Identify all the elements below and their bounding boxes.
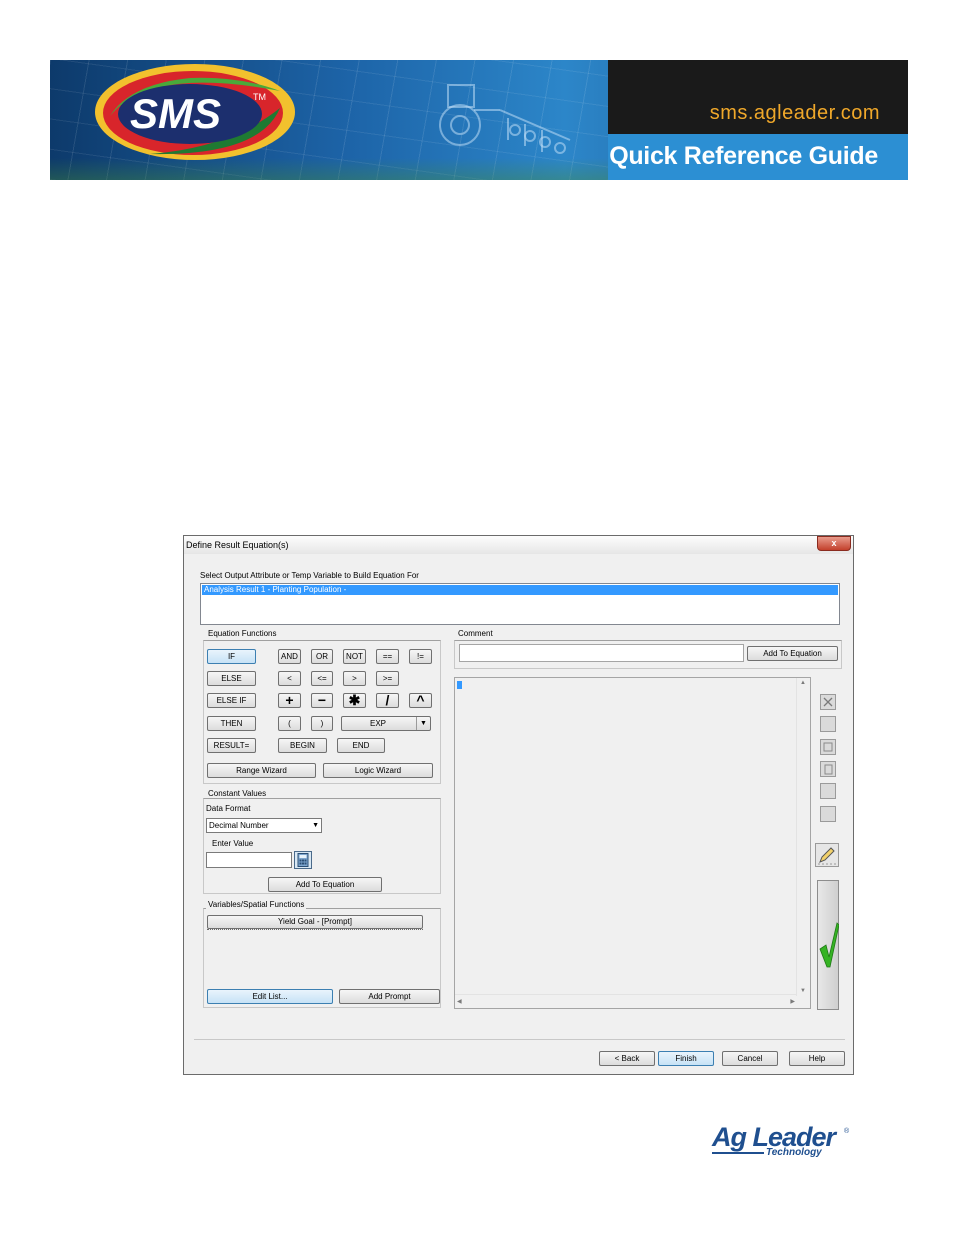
comment-add-to-equation-button[interactable]: Add To Equation: [747, 646, 838, 661]
ag-leader-technology: Technology: [766, 1147, 822, 1158]
power-button[interactable]: ^: [409, 693, 432, 708]
greater-than-button[interactable]: >: [343, 671, 366, 686]
header-banner: sms.agleader.com Quick Reference Guide S…: [50, 60, 908, 180]
not-equals-button[interactable]: !=: [409, 649, 432, 664]
enter-value-label: Enter Value: [212, 839, 254, 848]
cut-icon[interactable]: [820, 694, 836, 710]
equation-functions-label: Equation Functions: [206, 629, 279, 638]
ag-leader-logo: Ag Leader ® Technology: [712, 1122, 849, 1158]
finish-button[interactable]: Finish: [658, 1051, 714, 1066]
then-button[interactable]: THEN: [207, 716, 256, 731]
output-list-item-selected[interactable]: Analysis Result 1 - Planting Population …: [202, 585, 838, 595]
logic-wizard-button[interactable]: Logic Wizard: [323, 763, 433, 778]
footer-separator: [194, 1039, 845, 1040]
chevron-down-icon[interactable]: ▼: [416, 717, 430, 730]
paste-icon[interactable]: [820, 739, 836, 755]
variable-item[interactable]: Yield Goal - [Prompt]: [207, 915, 423, 929]
variables-label: Variables/Spatial Functions: [206, 900, 307, 909]
scroll-left-icon[interactable]: ◀: [457, 998, 462, 1005]
greater-equal-button[interactable]: >=: [376, 671, 399, 686]
multiply-button[interactable]: ✱: [343, 693, 366, 708]
cancel-button[interactable]: Cancel: [722, 1051, 778, 1066]
tractor-planter-icon: [439, 84, 571, 154]
add-prompt-button[interactable]: Add Prompt: [339, 989, 440, 1004]
scroll-right-icon[interactable]: ▶: [790, 998, 795, 1005]
result-button[interactable]: RESULT=: [207, 738, 256, 753]
less-than-button[interactable]: <: [278, 671, 301, 686]
data-format-select[interactable]: Decimal Number ▼: [206, 818, 322, 833]
comment-input[interactable]: [459, 644, 744, 662]
select-output-label: Select Output Attribute or Temp Variable…: [200, 571, 419, 580]
logo-underline: [712, 1152, 764, 1154]
redo-icon[interactable]: [820, 806, 836, 822]
constant-value-input[interactable]: [206, 852, 292, 868]
comment-label: Comment: [456, 629, 495, 638]
chevron-down-icon: ▼: [312, 822, 319, 829]
equals-button[interactable]: ==: [376, 649, 399, 664]
edit-list-button[interactable]: Edit List...: [207, 989, 333, 1004]
else-button[interactable]: ELSE: [207, 671, 256, 686]
close-button[interactable]: x: [817, 536, 851, 551]
divide-button[interactable]: /: [376, 693, 399, 708]
plus-button[interactable]: +: [278, 693, 301, 708]
range-wizard-button[interactable]: Range Wizard: [207, 763, 316, 778]
scroll-up-icon[interactable]: ▲: [800, 680, 806, 686]
output-attribute-list[interactable]: Analysis Result 1 - Planting Population …: [200, 583, 840, 625]
back-button[interactable]: < Back: [599, 1051, 655, 1066]
banner-url[interactable]: sms.agleader.com: [710, 102, 880, 125]
svg-text:TM: TM: [253, 92, 266, 102]
less-equal-button[interactable]: <=: [311, 671, 333, 686]
begin-button[interactable]: BEGIN: [278, 738, 327, 753]
data-format-label: Data Format: [206, 804, 251, 813]
horizontal-scrollbar[interactable]: ◀ ▶: [455, 994, 797, 1008]
else-if-button[interactable]: ELSE IF: [207, 693, 256, 708]
exp-label: EXP: [370, 719, 387, 728]
constant-add-to-equation-button[interactable]: Add To Equation: [268, 877, 382, 892]
close-paren-button[interactable]: ): [311, 716, 333, 731]
vertical-scrollbar[interactable]: ▲ ▼: [796, 678, 810, 996]
undo-icon[interactable]: [820, 783, 836, 799]
or-button[interactable]: OR: [311, 649, 333, 664]
help-button[interactable]: Help: [789, 1051, 845, 1066]
checkmark-icon: [819, 922, 839, 968]
banner-top-bar: sms.agleader.com: [608, 60, 908, 134]
end-button[interactable]: END: [337, 738, 385, 753]
define-result-equation-dialog: Define Result Equation(s) x Select Outpu…: [183, 535, 854, 1075]
not-button[interactable]: NOT: [343, 649, 366, 664]
sms-logo: SMS TM: [95, 64, 295, 160]
paste-special-icon[interactable]: [820, 761, 836, 777]
edit-pencil-icon[interactable]: [815, 843, 839, 867]
calculator-icon[interactable]: [294, 851, 312, 869]
dialog-title: Define Result Equation(s): [186, 540, 289, 550]
guide-title: Quick Reference Guide: [609, 142, 878, 170]
constant-values-label: Constant Values: [206, 789, 269, 798]
text-caret: [457, 681, 462, 689]
minus-button[interactable]: −: [311, 693, 333, 708]
copy-icon[interactable]: [820, 716, 836, 732]
exp-split-button[interactable]: EXP ▼: [341, 716, 431, 731]
close-icon: x: [831, 538, 837, 548]
validate-equation-button[interactable]: [817, 880, 839, 1010]
focus-outline: [207, 929, 423, 930]
if-button[interactable]: IF: [207, 649, 256, 664]
and-button[interactable]: AND: [278, 649, 301, 664]
data-format-value: Decimal Number: [209, 821, 269, 830]
equation-editor[interactable]: ▲ ▼ ◀ ▶: [454, 677, 811, 1009]
scroll-down-icon[interactable]: ▼: [800, 988, 806, 994]
open-paren-button[interactable]: (: [278, 716, 301, 731]
dialog-titlebar[interactable]: Define Result Equation(s) x: [184, 536, 853, 554]
sms-logo-text: SMS: [130, 90, 221, 137]
registered-mark: ®: [844, 1128, 850, 1135]
